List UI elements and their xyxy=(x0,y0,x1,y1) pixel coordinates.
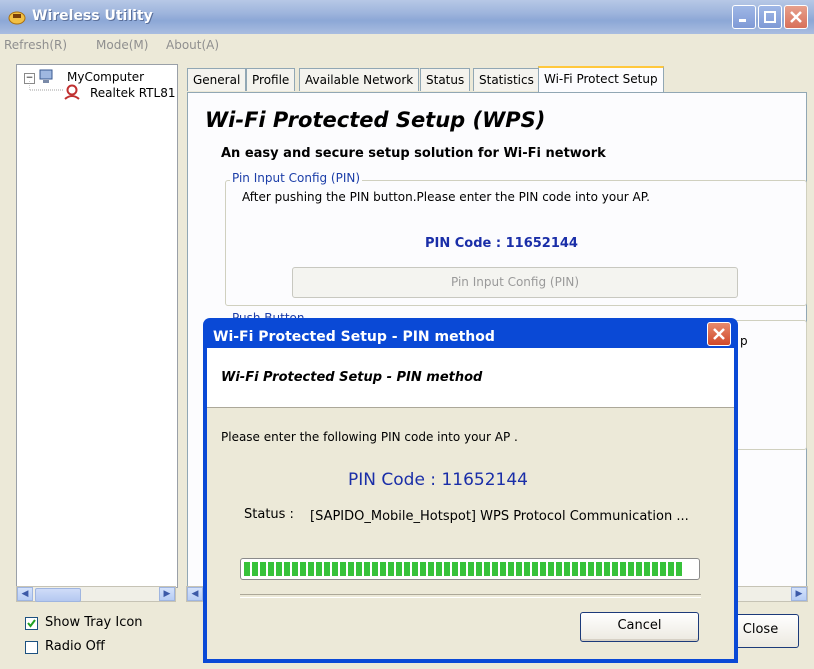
tree-horizontal-scrollbar[interactable]: ◀ ▶ xyxy=(16,586,176,602)
dialog-status-label: Status : xyxy=(244,507,294,522)
close-icon xyxy=(713,328,725,340)
show-tray-icon-checkbox[interactable] xyxy=(25,617,38,630)
tree-item-realtek[interactable]: Realtek RTL81 xyxy=(90,86,175,100)
scroll-right-icon[interactable]: ▶ xyxy=(791,587,807,601)
dialog-title: Wi-Fi Protected Setup - PIN method xyxy=(213,329,495,345)
checkmark-icon xyxy=(27,619,36,628)
pin-code-text: PIN Code : 11652144 xyxy=(425,236,578,251)
menu-about[interactable]: About(A) xyxy=(166,38,219,52)
menu-mode[interactable]: Mode(M) xyxy=(96,38,148,52)
progress-fill xyxy=(244,562,682,576)
window-title: Wireless Utility xyxy=(32,8,153,24)
scroll-thumb[interactable] xyxy=(35,588,81,602)
menu-bar: Refresh(R) Mode(M) About(A) xyxy=(0,34,814,56)
menu-refresh[interactable]: Refresh(R) xyxy=(4,38,67,52)
tab-statistics[interactable]: Statistics xyxy=(473,68,540,91)
device-tree[interactable]: − MyComputer Realtek RTL81 xyxy=(16,64,178,588)
radio-off-checkbox[interactable] xyxy=(25,641,38,654)
tree-item-mycomputer[interactable]: MyComputer xyxy=(67,70,144,84)
wps-subtitle: An easy and secure setup solution for Wi… xyxy=(221,146,606,161)
minimize-icon xyxy=(739,19,746,22)
tab-wifi-protect-setup[interactable]: Wi-Fi Protect Setup xyxy=(538,66,664,92)
app-icon xyxy=(8,11,26,25)
scroll-left-icon[interactable]: ◀ xyxy=(187,587,203,601)
dialog-close-button[interactable] xyxy=(707,322,731,346)
dialog-pin-code: PIN Code : 11652144 xyxy=(348,470,528,490)
cancel-button[interactable]: Cancel xyxy=(580,612,699,642)
tab-status[interactable]: Status xyxy=(420,68,471,91)
pin-group-label: Pin Input Config (PIN) xyxy=(230,171,363,185)
close-icon xyxy=(790,11,802,23)
wps-progress-bar xyxy=(240,558,700,580)
dialog-divider xyxy=(240,594,701,598)
wireless-adapter-icon xyxy=(64,84,80,100)
pin-description: After pushing the PIN button.Please ente… xyxy=(242,190,650,204)
maximize-button[interactable] xyxy=(758,5,782,29)
scroll-right-icon[interactable]: ▶ xyxy=(159,587,175,601)
title-bar[interactable]: Wireless Utility xyxy=(0,0,814,34)
close-window-button[interactable] xyxy=(784,5,808,29)
tab-available-network[interactable]: Available Network xyxy=(299,68,420,91)
maximize-icon xyxy=(764,11,776,23)
tab-profile[interactable]: Profile xyxy=(246,68,296,91)
dialog-status-value: [SAPIDO_Mobile_Hotspot] WPS Protocol Com… xyxy=(310,509,689,524)
dialog-heading: Wi-Fi Protected Setup - PIN method xyxy=(221,370,483,385)
radio-off-label: Radio Off xyxy=(45,639,105,654)
dialog-instruction: Please enter the following PIN code into… xyxy=(221,430,518,444)
scroll-left-icon[interactable]: ◀ xyxy=(17,587,33,601)
tab-general[interactable]: General xyxy=(187,68,247,91)
wps-title: Wi-Fi Protected Setup (WPS) xyxy=(205,108,546,132)
minimize-button[interactable] xyxy=(732,5,756,29)
partial-text: p xyxy=(740,334,748,348)
pin-input-config-button[interactable]: Pin Input Config (PIN) xyxy=(292,267,738,298)
show-tray-icon-label: Show Tray Icon xyxy=(45,615,143,630)
